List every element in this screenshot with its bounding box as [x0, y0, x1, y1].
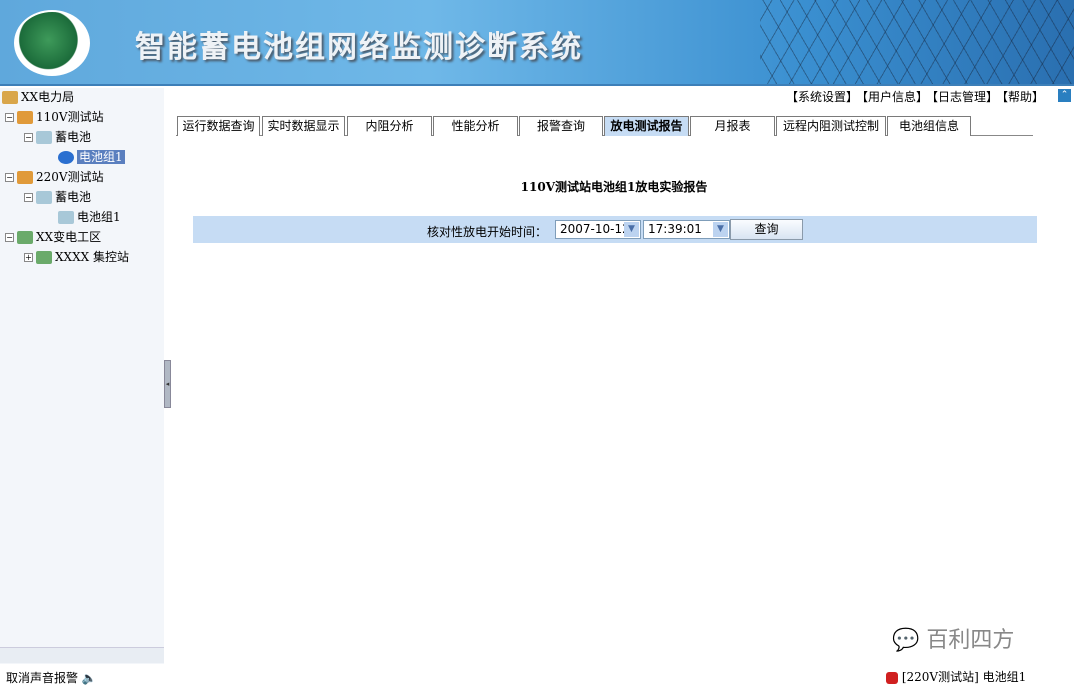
date-value: 2007-10-12 [560, 222, 630, 236]
arrow-right-icon [58, 151, 74, 164]
chevron-down-icon[interactable]: ▼ [624, 222, 639, 237]
report-title: 110V测试站电池组1放电实验报告 [520, 180, 708, 194]
tree-label: XX电力局 [21, 90, 75, 104]
tree-group-110v-1[interactable]: 电池组1 [58, 148, 125, 166]
time-select[interactable]: 17:39:01 ▼ [643, 220, 730, 239]
tab-battery-info[interactable]: 电池组信息 [887, 116, 971, 136]
link-help[interactable]: 【帮助】 [1002, 90, 1044, 104]
tab-remote-control[interactable]: 远程内阻测试控制 [776, 116, 886, 136]
tree-label: XX变电工区 [36, 230, 102, 244]
tab-performance[interactable]: 性能分析 [433, 116, 518, 136]
station-icon [17, 111, 33, 124]
sidebar-collapse-handle[interactable]: ◂ [164, 360, 171, 408]
horizontal-scrollbar[interactable] [0, 647, 164, 663]
substation-icon [17, 231, 33, 244]
mute-label: 取消声音报警 [6, 671, 79, 685]
start-time-label: 核对性放电开始时间： [427, 225, 548, 239]
collapse-icon[interactable]: − [5, 233, 14, 242]
collapse-icon[interactable]: − [24, 133, 33, 142]
tree-root[interactable]: XX电力局 [2, 88, 74, 106]
tab-discharge-report[interactable]: 放电测试报告 [604, 116, 689, 136]
tree-group-220v-1[interactable]: 电池组1 [58, 208, 121, 226]
tab-run-data[interactable]: 运行数据查询 [177, 116, 260, 136]
collapse-header-icon[interactable]: ⌃ [1058, 89, 1071, 102]
tab-monthly[interactable]: 月报表 [690, 116, 775, 136]
link-user-info[interactable]: 【用户信息】 [862, 90, 928, 104]
mute-alarm-button[interactable]: 取消声音报警 🔈 [6, 669, 97, 686]
tree-sidebar: XX电力局 −110V测试站 − 蓄电池 电池组1 −220V测试站 − 蓄电池 电… [0, 88, 164, 664]
tree-control-station[interactable]: + XXXX 集控站 [24, 248, 129, 266]
query-bar: 核对性放电开始时间： 2007-10-12 ▼ 17:39:01 ▼ 查询 [193, 216, 1037, 243]
expand-icon[interactable]: + [24, 253, 33, 262]
folder-icon [2, 91, 18, 104]
tree-battery-110v[interactable]: − 蓄电池 [24, 128, 91, 146]
tab-resistance[interactable]: 内阻分析 [347, 116, 432, 136]
watermark: 💬 百利四方 [892, 622, 1014, 654]
power-tower-image [760, 0, 1074, 84]
tab-alarm[interactable]: 报警查询 [519, 116, 603, 136]
tree-station-110v[interactable]: − 110V测试站 [5, 108, 104, 126]
tree-label: 电池组1 [77, 150, 125, 164]
alarm-status[interactable]: [220V测试站] 电池组1 [886, 668, 1026, 685]
alarm-text: [220V测试站] 电池组1 [901, 670, 1027, 684]
date-select[interactable]: 2007-10-12 ▼ [555, 220, 641, 239]
tab-realtime[interactable]: 实时数据显示 [262, 116, 345, 136]
tab-bar: 运行数据查询 实时数据显示 内阻分析 性能分析 报警查询 放电测试报告 月报表 … [176, 116, 1033, 136]
top-links: 【系统设置】 【用户信息】 【日志管理】 【帮助】 [782, 88, 1044, 105]
app-title: 智能蓄电池组网络监测诊断系统 [135, 30, 583, 65]
header-banner: 智能蓄电池组网络监测诊断系统 [0, 0, 1074, 86]
alarm-icon [886, 671, 898, 684]
link-log-management[interactable]: 【日志管理】 [932, 90, 998, 104]
substation-icon [36, 251, 52, 264]
watermark-text: 百利四方 [926, 628, 1015, 653]
state-grid-logo [14, 10, 90, 76]
tree-label: 电池组1 [77, 210, 121, 224]
battery-icon [36, 131, 52, 144]
wechat-icon: 💬 [892, 628, 920, 653]
tree-label: 110V测试站 [36, 110, 104, 124]
speaker-icon: 🔈 [81, 671, 97, 685]
tree-label: XXXX 集控站 [55, 250, 129, 264]
link-system-settings[interactable]: 【系统设置】 [786, 90, 858, 104]
tree-workarea[interactable]: − XX变电工区 [5, 228, 101, 246]
tree-label: 蓄电池 [55, 130, 92, 144]
query-button[interactable]: 查询 [730, 219, 803, 240]
time-value: 17:39:01 [648, 222, 702, 236]
chevron-down-icon[interactable]: ▼ [713, 222, 728, 237]
collapse-icon[interactable]: − [5, 113, 14, 122]
battery-icon [58, 211, 74, 224]
